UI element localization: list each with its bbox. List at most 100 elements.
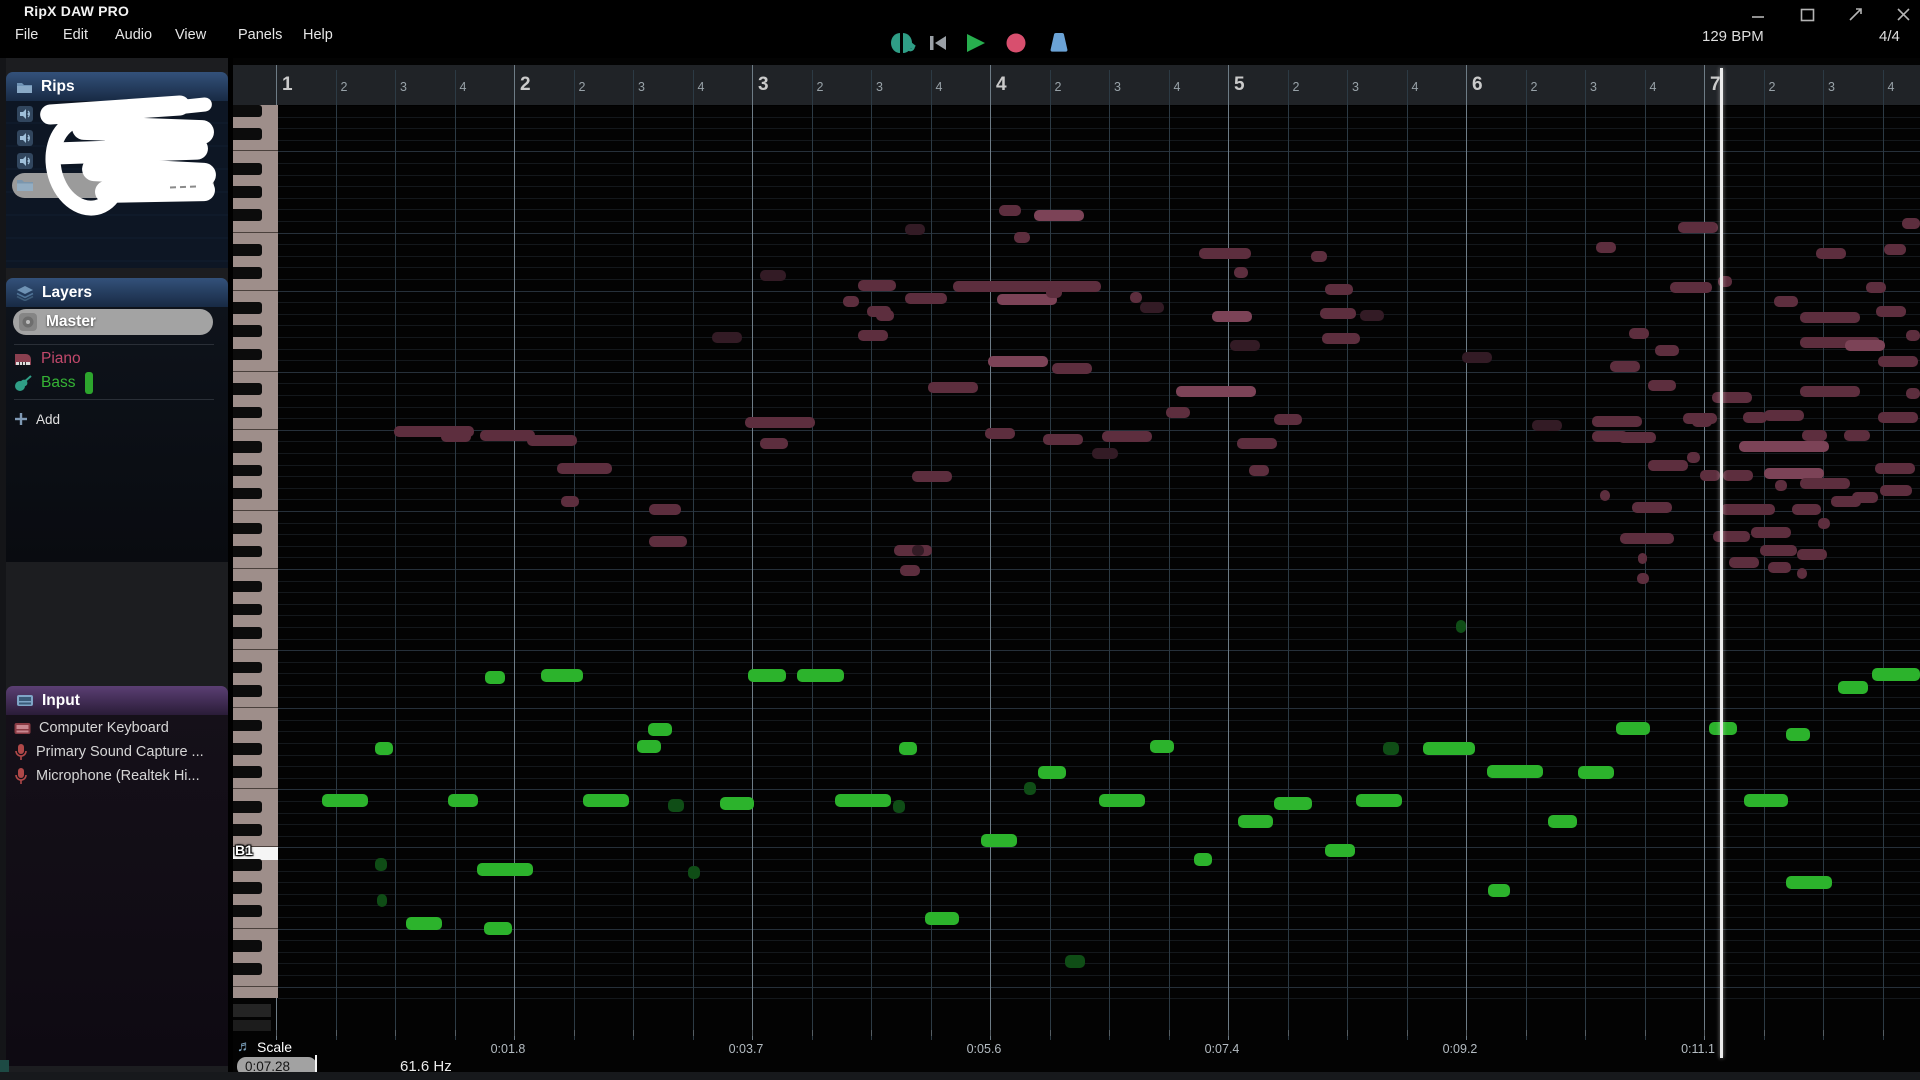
black-key[interactable]: [233, 464, 262, 477]
black-key[interactable]: [233, 859, 262, 871]
bass-note[interactable]: [668, 799, 684, 812]
piano-note[interactable]: [1700, 470, 1720, 481]
piano-note[interactable]: [1713, 531, 1750, 542]
piano-note[interactable]: [912, 471, 952, 482]
piano-note[interactable]: [1655, 345, 1679, 356]
skip-to-start-icon[interactable]: [928, 34, 948, 60]
input-panel-header[interactable]: Input: [6, 686, 228, 715]
bass-note[interactable]: [1786, 876, 1832, 889]
bass-note[interactable]: [477, 863, 533, 876]
bass-note[interactable]: [1548, 815, 1577, 828]
piano-note[interactable]: [1876, 306, 1906, 317]
bass-note[interactable]: [688, 866, 700, 879]
piano-note[interactable]: [1199, 248, 1251, 259]
piano-note[interactable]: [988, 356, 1048, 367]
piano-note[interactable]: [527, 435, 577, 446]
piano-note[interactable]: [1845, 340, 1885, 351]
bass-note[interactable]: [375, 858, 387, 871]
piano-note[interactable]: [1906, 388, 1920, 399]
menu-item-file[interactable]: File: [15, 27, 38, 43]
piano-note[interactable]: [1620, 533, 1674, 544]
bass-note[interactable]: [1194, 853, 1212, 866]
piano-note[interactable]: [1723, 470, 1753, 481]
bass-note[interactable]: [1744, 794, 1788, 807]
piano-note[interactable]: [561, 496, 579, 507]
piano-note[interactable]: [712, 332, 742, 343]
piano-note[interactable]: [1311, 251, 1327, 262]
piano-note[interactable]: [1596, 242, 1616, 253]
layers-panel-header[interactable]: Layers: [6, 278, 228, 307]
rips-panel-header[interactable]: Rips: [6, 72, 228, 101]
black-key[interactable]: [233, 580, 262, 593]
bass-note[interactable]: [637, 740, 661, 753]
menu-item-view[interactable]: View: [175, 27, 206, 43]
piano-note[interactable]: [1532, 420, 1562, 431]
menu-item-help[interactable]: Help: [303, 27, 333, 43]
bass-note[interactable]: [1238, 815, 1273, 828]
add-layer-button[interactable]: Add: [14, 408, 60, 430]
black-key[interactable]: [233, 603, 262, 616]
piano-note[interactable]: [1866, 282, 1886, 293]
black-key[interactable]: [233, 661, 262, 674]
rip-item-audio-file-icon[interactable]: [16, 105, 34, 123]
menu-item-edit[interactable]: Edit: [63, 27, 88, 43]
piano-note[interactable]: [1760, 545, 1797, 556]
black-key[interactable]: [233, 824, 262, 836]
black-key[interactable]: [233, 302, 262, 314]
bass-note[interactable]: [484, 922, 512, 935]
piano-note[interactable]: [1844, 430, 1870, 441]
piano-note[interactable]: [1274, 414, 1302, 425]
piano-note[interactable]: [1130, 292, 1142, 303]
bass-note[interactable]: [1024, 782, 1036, 795]
black-key[interactable]: [233, 244, 262, 256]
bass-note[interactable]: [1488, 884, 1510, 897]
bass-note[interactable]: [1786, 728, 1810, 741]
piano-note[interactable]: [1875, 463, 1915, 474]
menu-item-panels[interactable]: Panels: [238, 27, 282, 43]
piano-note[interactable]: [1632, 502, 1672, 513]
bass-note[interactable]: [893, 800, 905, 813]
piano-note[interactable]: [1043, 434, 1083, 445]
piano-note[interactable]: [1878, 356, 1918, 367]
piano-note[interactable]: [557, 463, 612, 474]
input-item-microphone-2[interactable]: Microphone (Realtek Hi...: [14, 766, 200, 786]
black-key[interactable]: [233, 545, 262, 558]
bass-note[interactable]: [720, 797, 754, 810]
bass-note[interactable]: [1099, 794, 1145, 807]
bass-note[interactable]: [1325, 844, 1355, 857]
piano-note[interactable]: [905, 224, 925, 235]
black-key[interactable]: [233, 128, 262, 140]
maximize-button[interactable]: [1797, 6, 1819, 24]
bass-note[interactable]: [1383, 742, 1399, 755]
play-icon[interactable]: [963, 32, 987, 58]
piano-roll[interactable]: 1 2 3 4 2 2 3 4 3 2 3 4 4 2 3 4 5 2 3 4 6 2 3 4 7 2 3 4 0:01.8 0:03.…: [233, 58, 1920, 1080]
piano-note[interactable]: [1670, 282, 1712, 293]
bass-note[interactable]: [925, 912, 959, 925]
separation-brain-icon[interactable]: [886, 30, 920, 56]
black-key[interactable]: [233, 522, 262, 535]
timeline-ruler[interactable]: 1 2 3 4 2 2 3 4 3 2 3 4 4 2 3 4 5 2 3 4 6 2 3 4 7 2 3 4: [233, 65, 1920, 106]
bass-note[interactable]: [485, 671, 505, 684]
piano-note[interactable]: [1800, 386, 1860, 397]
piano-note[interactable]: [999, 205, 1021, 216]
bass-note[interactable]: [835, 794, 891, 807]
piano-note[interactable]: [1687, 452, 1700, 463]
bass-note[interactable]: [375, 742, 393, 755]
piano-note[interactable]: [745, 417, 815, 428]
rip-item-audio-file-icon[interactable]: [16, 129, 34, 147]
black-key[interactable]: [233, 940, 262, 952]
piano-note[interactable]: [1610, 361, 1640, 372]
bass-note[interactable]: [1423, 742, 1475, 755]
bass-note[interactable]: [797, 669, 844, 682]
piano-note[interactable]: [1648, 460, 1688, 471]
piano-note[interactable]: [1234, 267, 1248, 278]
piano-note[interactable]: [1902, 218, 1920, 229]
piano-note[interactable]: [1852, 492, 1878, 503]
piano-note[interactable]: [985, 428, 1015, 439]
piano-note[interactable]: [1797, 549, 1827, 560]
piano-note[interactable]: [1629, 328, 1649, 339]
piano-note[interactable]: [1768, 562, 1791, 573]
piano-note[interactable]: [1212, 311, 1252, 322]
piano-note[interactable]: [1638, 553, 1647, 564]
black-key[interactable]: [233, 487, 262, 500]
